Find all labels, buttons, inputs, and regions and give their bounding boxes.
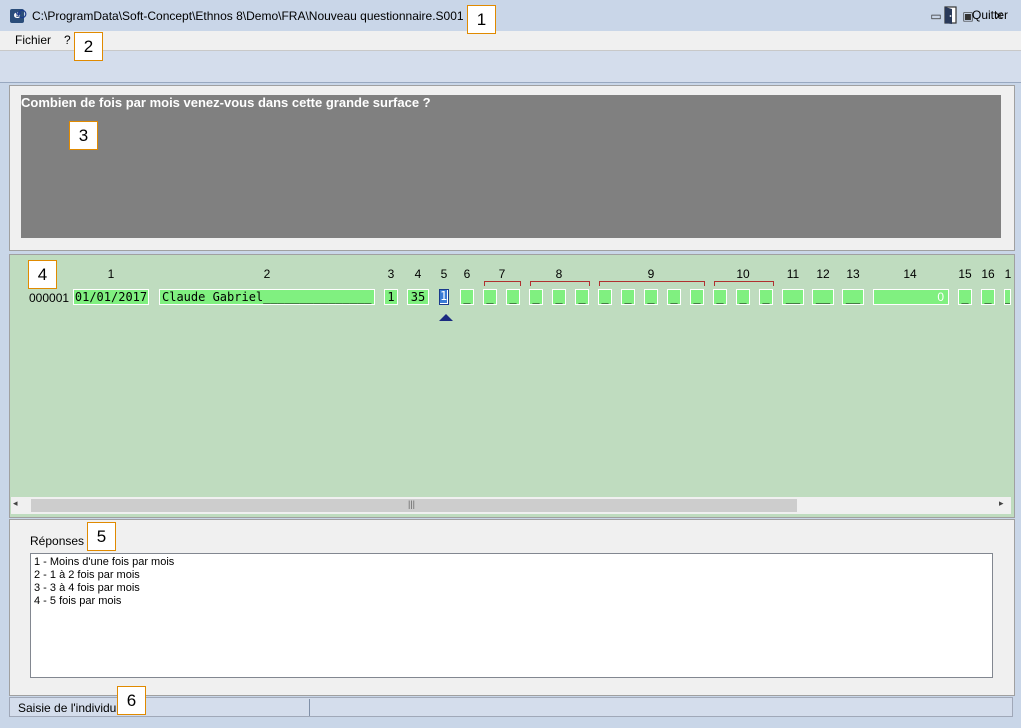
menu-bar <box>0 31 1021 51</box>
question-text: Combien de fois par mois venez-vous dans… <box>21 95 431 110</box>
column-header: 7 <box>498 267 506 281</box>
cell-q8a[interactable]: _ <box>529 289 543 305</box>
status-text: Saisie de l'individu 1 <box>18 701 127 715</box>
group-bracket <box>530 281 590 286</box>
cell-q11[interactable]: __ <box>782 289 804 305</box>
cursor-arrow-icon <box>439 314 453 321</box>
cell-q9e[interactable]: _ <box>690 289 704 305</box>
column-header: 5 <box>440 267 448 281</box>
column-header: 10 <box>736 267 750 281</box>
callout-marker: 2 <box>74 32 103 61</box>
cell-q15[interactable]: _ <box>958 289 972 305</box>
scrollbar-grip-icon: ||| <box>408 499 416 509</box>
group-bracket <box>599 281 705 286</box>
column-header: 12 <box>816 267 830 281</box>
group-bracket <box>714 281 774 286</box>
callout-marker: 4 <box>28 260 57 289</box>
quit-button[interactable]: Quitter <box>972 8 1008 22</box>
column-header: 16 <box>981 267 995 281</box>
callout-marker: 3 <box>69 121 98 150</box>
row-id: 000001 <box>29 291 70 305</box>
cell-q9a[interactable]: _ <box>598 289 612 305</box>
status-bar <box>9 697 1013 717</box>
callout-marker: 5 <box>87 522 116 551</box>
status-separator <box>309 699 310 716</box>
callout-marker: 1 <box>467 5 496 34</box>
cell-q9b[interactable]: _ <box>621 289 635 305</box>
name-cell[interactable]: Claude Gabriel_______________ <box>159 289 375 305</box>
scroll-right-icon[interactable]: ▸ <box>999 498 1004 509</box>
cell-q10a[interactable]: _ <box>713 289 727 305</box>
undo-icon[interactable]: ⟲ <box>15 7 31 23</box>
answers-list[interactable]: 1 - Moins d'une fois par mois 2 - 1 à 2 … <box>30 553 993 678</box>
list-item: 3 - 3 à 4 fois par mois <box>34 582 140 594</box>
column-header: 11 <box>786 267 800 281</box>
column-header: 9 <box>647 267 655 281</box>
cell-q17[interactable]: _ <box>1004 289 1011 305</box>
menu-fichier[interactable]: Fichier <box>15 33 51 47</box>
toolbar <box>0 51 1021 83</box>
column-header: 1 <box>107 267 115 281</box>
cell-q9d[interactable]: _ <box>667 289 681 305</box>
window-title: C:\ProgramData\Soft-Concept\Ethnos 8\Dem… <box>32 9 464 23</box>
answers-label: Réponses : <box>30 534 91 548</box>
column-header: 2 <box>263 267 271 281</box>
cell-q4[interactable]: 35 <box>407 289 429 305</box>
question-box <box>21 95 1001 238</box>
cell-q13[interactable]: __ <box>842 289 864 305</box>
list-item: 4 - 5 fois par mois <box>34 595 122 607</box>
cell-q12[interactable]: __ <box>812 289 834 305</box>
list-item: 2 - 1 à 2 fois par mois <box>34 569 140 581</box>
group-bracket <box>484 281 521 286</box>
column-header: 14 <box>903 267 917 281</box>
cell-q6[interactable]: _ <box>460 289 474 305</box>
menu-help[interactable]: ? <box>64 33 71 47</box>
active-cell-value: 1 <box>440 289 448 303</box>
date-cell[interactable]: 01/01/2017 <box>73 289 149 305</box>
cell-q8c[interactable]: _ <box>575 289 589 305</box>
cell-q8b[interactable]: _ <box>552 289 566 305</box>
scroll-left-icon[interactable]: ◂ <box>13 498 18 509</box>
column-header: 13 <box>846 267 860 281</box>
column-header: 3 <box>387 267 395 281</box>
list-item: 1 - Moins d'une fois par mois <box>34 556 175 568</box>
cell-q3[interactable]: 1 <box>384 289 398 305</box>
cell-q10c[interactable]: _ <box>759 289 773 305</box>
column-header: 4 <box>414 267 422 281</box>
column-header: 15 <box>958 267 972 281</box>
cell-q7b[interactable]: _ <box>506 289 520 305</box>
cell-q14[interactable]: 0 <box>873 289 949 305</box>
cell-q16[interactable]: _ <box>981 289 995 305</box>
cell-q9c[interactable]: _ <box>644 289 658 305</box>
cell-q7a[interactable]: _ <box>483 289 497 305</box>
column-header: 1 <box>1004 267 1012 281</box>
cell-q10b[interactable]: _ <box>736 289 750 305</box>
exit-door-icon[interactable] <box>941 5 961 25</box>
column-header: 6 <box>463 267 471 281</box>
callout-marker: 6 <box>117 686 146 715</box>
column-header: 8 <box>555 267 563 281</box>
